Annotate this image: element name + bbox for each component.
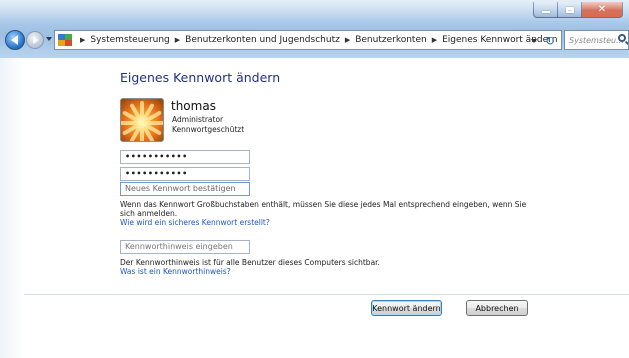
caption-buttons: ✕: [533, 2, 623, 18]
address-dropdown-icon[interactable]: [531, 39, 537, 43]
flower-avatar-icon: [120, 98, 164, 142]
password-hint-link[interactable]: Was ist ein Kennworthinweis?: [120, 267, 231, 276]
control-panel-icon: [58, 34, 72, 46]
breadcrumb-benutzerkonten-jugendschutz[interactable]: Benutzerkonten und Jugendschutz: [185, 35, 340, 45]
forward-button[interactable]: [26, 31, 44, 49]
password-hint-field[interactable]: Kennworthinweis eingeben: [120, 240, 250, 254]
back-button[interactable]: [5, 30, 25, 50]
maximize-icon: [565, 6, 574, 13]
content-area: Eigenes Kennwort ändern thomas Administr…: [0, 58, 629, 358]
capitalization-info-line2: sich anmelden.: [120, 209, 178, 218]
close-icon: ✕: [597, 4, 607, 15]
window-titlebar: ✕ ▶ Systemsteuerung ▶ Benutzerkonten und…: [0, 0, 629, 58]
left-pane: [0, 58, 24, 358]
maximize-button[interactable]: [558, 2, 582, 18]
minimize-button[interactable]: [533, 2, 558, 18]
recent-pages-dropdown[interactable]: [46, 37, 52, 41]
user-name: thomas: [171, 99, 216, 113]
close-button[interactable]: ✕: [582, 2, 623, 18]
confirm-password-field[interactable]: Neues Kennwort bestätigen: [120, 182, 250, 196]
address-bar[interactable]: ▶ Systemsteuerung ▶ Benutzerkonten und J…: [54, 30, 562, 50]
user-status: Kennwortgeschützt: [172, 125, 245, 134]
breadcrumb-separator-icon[interactable]: ▶: [432, 36, 437, 44]
search-input[interactable]: Systemsteu...: [564, 30, 629, 50]
breadcrumb-separator-icon[interactable]: ▶: [80, 36, 85, 44]
secure-password-link[interactable]: Wie wird ein sicheres Kennwort erstellt?: [120, 218, 270, 227]
hint-visibility-info: Der Kennworthinweis ist für alle Benutze…: [120, 258, 380, 267]
search-placeholder: Systemsteu...: [569, 36, 624, 45]
breadcrumb-separator-icon[interactable]: ▶: [345, 36, 350, 44]
breadcrumb-eigenes-kennwort[interactable]: Eigenes Kennwort ändern: [442, 35, 557, 45]
capitalization-info-line1: Wenn das Kennwort Großbuchstaben enthält…: [120, 200, 527, 209]
breadcrumb-benutzerkonten[interactable]: Benutzerkonten: [355, 35, 426, 45]
forward-arrow-icon: [33, 36, 39, 44]
new-password-field[interactable]: •••••••••••: [120, 167, 250, 181]
change-password-button[interactable]: Kennwort ändern: [371, 300, 442, 316]
page-title: Eigenes Kennwort ändern: [120, 70, 281, 85]
user-role: Administrator: [172, 115, 224, 124]
breadcrumb-systemsteuerung[interactable]: Systemsteuerung: [90, 35, 169, 45]
back-arrow-icon: [10, 35, 18, 45]
search-icon[interactable]: [618, 34, 626, 42]
footer-divider: [24, 294, 629, 295]
current-password-field[interactable]: •••••••••••: [120, 150, 250, 164]
minimize-icon: [541, 11, 550, 13]
refresh-icon[interactable]: ↻: [543, 34, 557, 48]
breadcrumb-separator-icon[interactable]: ▶: [175, 36, 180, 44]
cancel-button[interactable]: Abbrechen: [466, 300, 528, 316]
